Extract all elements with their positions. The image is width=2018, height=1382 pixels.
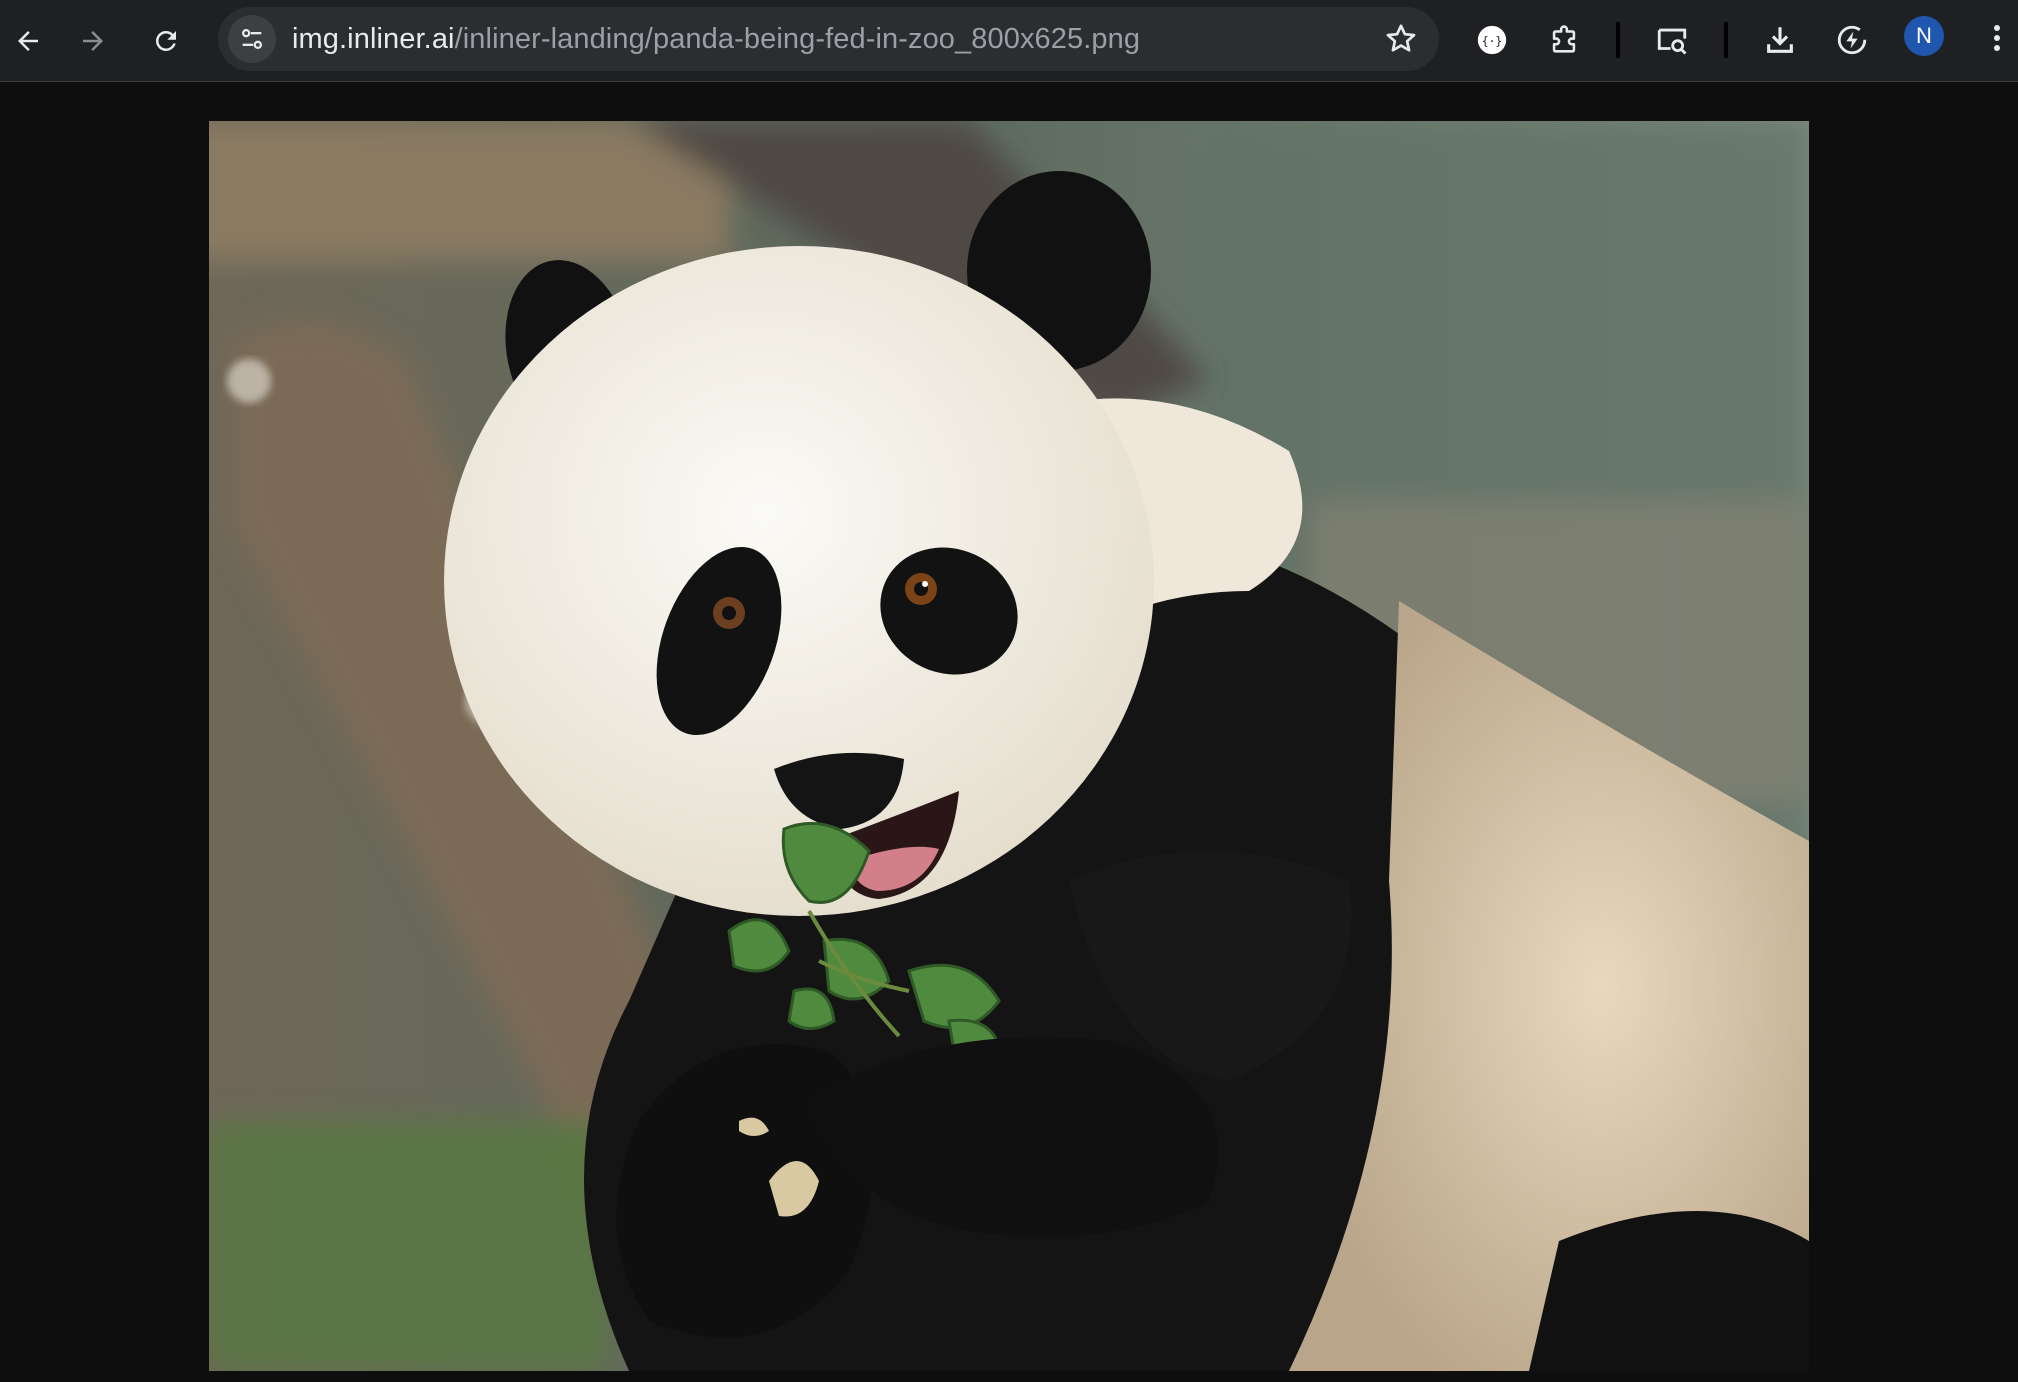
profile-avatar-button[interactable]: N xyxy=(1904,16,1944,56)
browser-menu-button[interactable] xyxy=(1982,16,2012,60)
star-icon[interactable] xyxy=(1383,21,1419,57)
puzzle-icon xyxy=(1552,25,1576,53)
url-path: /inliner-landing/panda-being-fed-in-zoo_… xyxy=(454,23,1141,55)
toolbar-divider xyxy=(1724,22,1728,58)
image-viewer xyxy=(0,83,2018,1382)
back-button[interactable] xyxy=(0,13,56,69)
cast-search-button[interactable] xyxy=(1646,14,1698,66)
url-host: img.inliner.ai xyxy=(292,23,455,55)
address-bar[interactable]: img.inliner.ai/inliner-landing/panda-bei… xyxy=(218,7,1439,71)
site-info-button[interactable] xyxy=(228,15,276,63)
performance-button[interactable] xyxy=(1826,14,1878,66)
url-text[interactable]: img.inliner.ai/inliner-landing/panda-bei… xyxy=(292,7,1140,71)
downloads-button[interactable] xyxy=(1754,14,1806,66)
bolt-icon xyxy=(1837,25,1867,55)
tune-icon xyxy=(241,28,263,50)
reload-button[interactable] xyxy=(138,13,194,69)
extension-button[interactable]: {·} xyxy=(1466,14,1518,66)
browser-toolbar: img.inliner.ai/inliner-landing/panda-bei… xyxy=(0,0,2018,82)
extensions-button[interactable] xyxy=(1538,14,1590,66)
panda-illustration xyxy=(209,121,1809,1371)
arrow-left-icon xyxy=(18,31,38,51)
download-icon xyxy=(1767,27,1793,53)
forward-button[interactable] xyxy=(65,13,121,69)
svg-text:{·}: {·} xyxy=(1482,34,1502,48)
panda-photo xyxy=(209,121,1809,1371)
more-vert-icon xyxy=(1994,25,2000,51)
screen-search-icon xyxy=(1657,28,1687,55)
reload-icon xyxy=(156,31,176,51)
toolbar-divider xyxy=(1616,22,1620,58)
arrow-right-icon xyxy=(83,31,103,51)
extension-circle-icon: {·} xyxy=(1477,25,1507,55)
